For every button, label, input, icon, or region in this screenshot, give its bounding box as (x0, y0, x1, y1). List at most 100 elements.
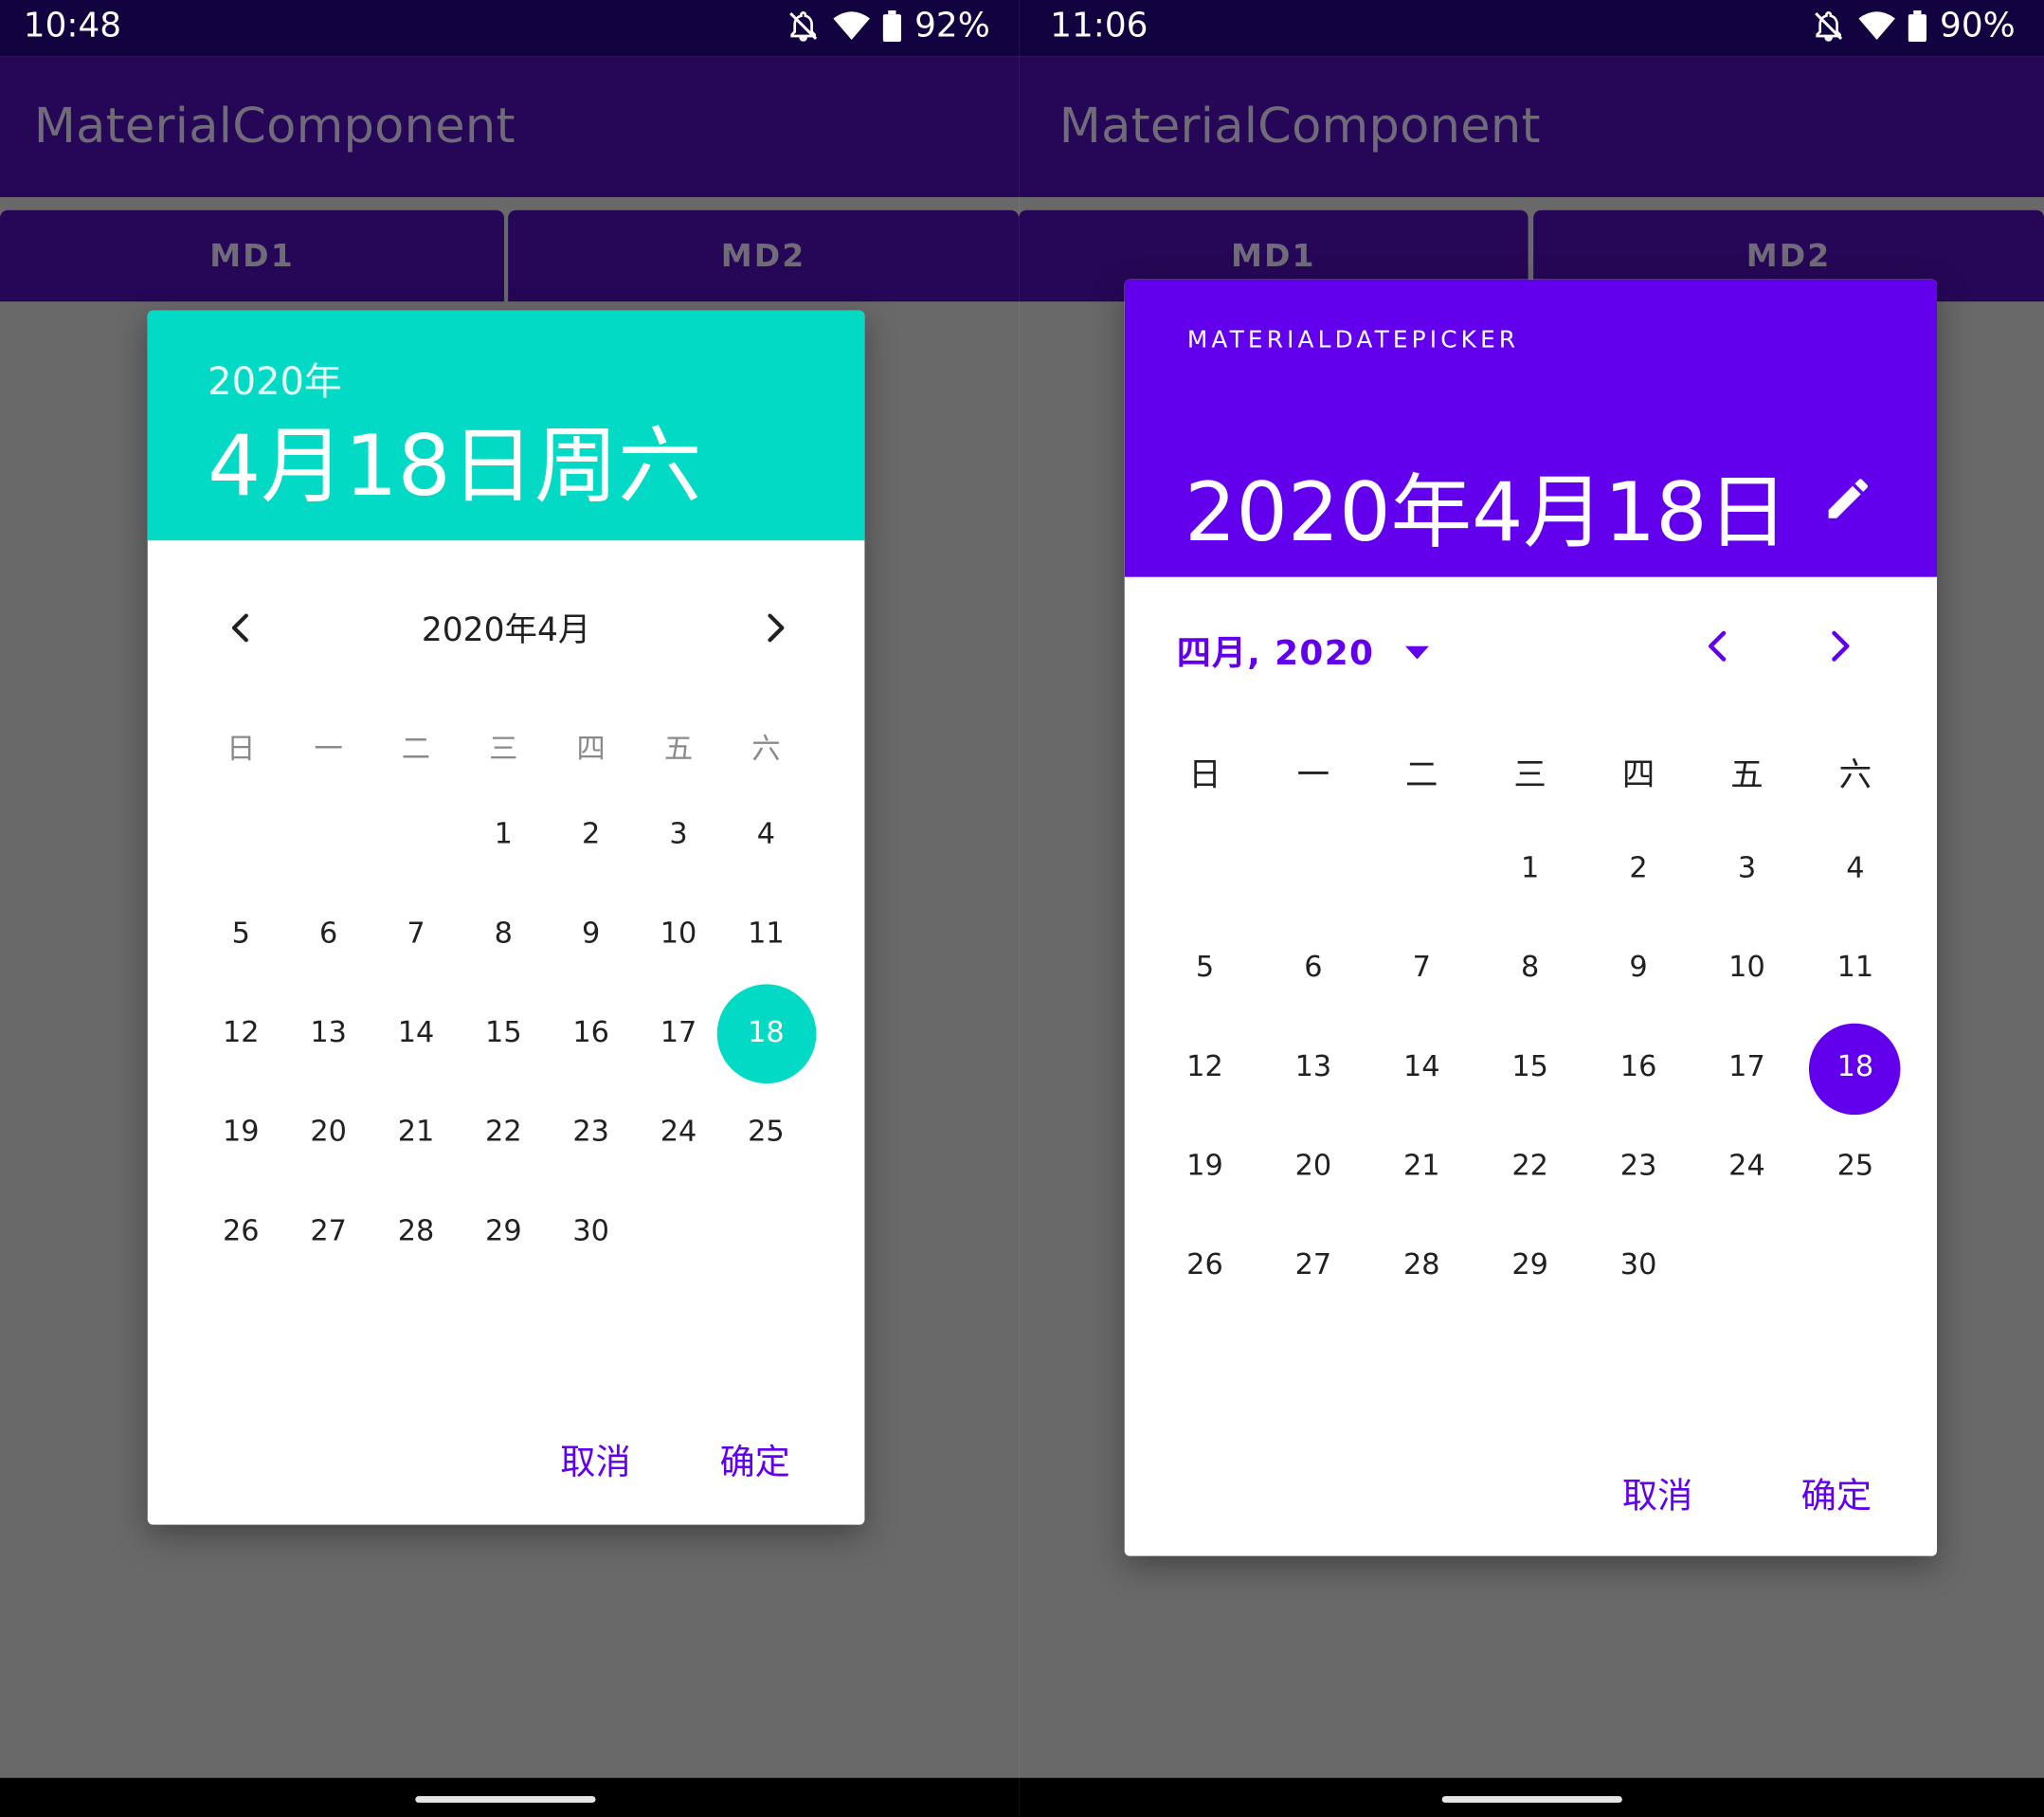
chevron-right-icon[interactable] (756, 609, 793, 651)
day-cell[interactable]: 12 (197, 984, 284, 1083)
day-cell[interactable]: 13 (1259, 1018, 1367, 1117)
day-cell[interactable]: 27 (1259, 1217, 1367, 1317)
chevron-left-icon[interactable] (1699, 627, 1738, 671)
day-cell[interactable]: 28 (372, 1183, 460, 1282)
day-cell[interactable]: 24 (635, 1083, 722, 1183)
day-cell[interactable]: 4 (722, 786, 809, 885)
day-cell[interactable]: 23 (1584, 1117, 1692, 1217)
system-nav-bar (1019, 1777, 2044, 1817)
notifications-off-icon (1812, 9, 1846, 44)
status-bar: 10:48 92% (0, 0, 1020, 57)
day-cell[interactable]: 15 (1475, 1018, 1583, 1117)
selected-day-cell[interactable]: 18 (1801, 1018, 1909, 1117)
day-cell[interactable]: 11 (722, 885, 809, 985)
day-cell[interactable]: 16 (548, 984, 635, 1083)
day-cell[interactable]: 2 (548, 786, 635, 885)
day-cell[interactable]: 9 (1584, 919, 1692, 1019)
day-cell[interactable]: 4 (1801, 820, 1909, 919)
day-cell[interactable]: 21 (372, 1083, 460, 1183)
day-number: 9 (1629, 951, 1648, 985)
day-cell[interactable]: 26 (1150, 1217, 1258, 1317)
day-cell[interactable]: 25 (722, 1083, 809, 1183)
battery-percent: 92% (914, 6, 990, 46)
tab-bar: MD1 MD2 (0, 209, 1020, 302)
day-cell[interactable]: 25 (1801, 1117, 1909, 1217)
day-cell[interactable]: 17 (1692, 1018, 1800, 1117)
weekday-header: 五 (1730, 755, 1764, 794)
day-cell[interactable]: 3 (1692, 820, 1800, 919)
wifi-icon (1858, 10, 1896, 42)
weekday-header: 二 (1405, 755, 1438, 794)
day-number: 29 (1511, 1248, 1548, 1282)
weekday-header: 六 (1838, 755, 1872, 794)
ok-button[interactable]: 确定 (1801, 1467, 1872, 1518)
cancel-button[interactable]: 取消 (1622, 1467, 1692, 1518)
cancel-button[interactable]: 取消 (560, 1433, 630, 1484)
day-cell[interactable]: 6 (1259, 919, 1367, 1019)
day-cell[interactable]: 29 (460, 1183, 547, 1282)
day-cell[interactable]: 1 (460, 786, 547, 885)
day-cell[interactable]: 10 (1692, 919, 1800, 1019)
header-year[interactable]: 2020年 (208, 351, 342, 406)
day-number: 14 (1402, 1050, 1440, 1084)
app-bar: MaterialComponent (1019, 56, 2044, 197)
day-cell[interactable]: 27 (284, 1183, 371, 1282)
day-cell[interactable]: 13 (284, 984, 371, 1083)
day-cell[interactable]: 5 (197, 885, 284, 985)
day-cell[interactable]: 6 (284, 885, 371, 985)
day-cell[interactable]: 20 (284, 1083, 371, 1183)
home-gesture-pill[interactable] (1441, 1796, 1622, 1803)
tab-md1[interactable]: MD1 (0, 209, 505, 302)
day-cell[interactable]: 28 (1367, 1217, 1475, 1317)
day-cell[interactable]: 14 (1367, 1018, 1475, 1117)
day-number: 19 (223, 1116, 260, 1149)
day-cell[interactable]: 30 (548, 1183, 635, 1282)
day-cell[interactable]: 14 (372, 984, 460, 1083)
day-cell[interactable]: 10 (635, 885, 722, 985)
ok-button[interactable]: 确定 (719, 1433, 789, 1484)
day-number: 4 (1846, 852, 1865, 885)
chevron-right-icon[interactable] (1819, 627, 1858, 671)
day-cell[interactable]: 5 (1150, 919, 1258, 1019)
day-cell[interactable]: 9 (548, 885, 635, 985)
day-number: 30 (1619, 1248, 1657, 1282)
weekday-header: 四 (1621, 755, 1655, 794)
tab-md2[interactable]: MD2 (508, 209, 1020, 302)
day-number: 26 (223, 1215, 260, 1248)
day-cell[interactable]: 22 (460, 1083, 547, 1183)
day-cell[interactable]: 23 (548, 1083, 635, 1183)
day-cell[interactable]: 8 (460, 885, 547, 985)
selected-day-cell[interactable]: 18 (716, 984, 817, 1084)
weekday-header: 一 (1296, 755, 1330, 794)
day-cell[interactable]: 3 (635, 786, 722, 885)
day-cell[interactable]: 19 (197, 1083, 284, 1183)
weekday-header: 三 (489, 733, 518, 767)
day-cell[interactable]: 22 (1475, 1117, 1583, 1217)
day-cell[interactable]: 11 (1801, 919, 1909, 1019)
day-cell[interactable]: 17 (635, 984, 722, 1083)
app-bar: MaterialComponent (0, 56, 1020, 197)
day-cell[interactable]: 21 (1367, 1117, 1475, 1217)
phone-md1: 10:48 92% MaterialComponent MD1 MD2 2020… (0, 0, 1020, 1817)
day-cell[interactable]: 16 (1584, 1018, 1692, 1117)
day-cell[interactable]: 1 (1475, 820, 1583, 919)
day-cell[interactable]: 29 (1475, 1217, 1583, 1317)
day-cell[interactable]: 7 (1367, 919, 1475, 1019)
day-cell[interactable]: 30 (1584, 1217, 1692, 1317)
day-cell[interactable]: 7 (372, 885, 460, 985)
day-cell[interactable]: 2 (1584, 820, 1692, 919)
home-gesture-pill[interactable] (415, 1796, 596, 1803)
day-cell[interactable]: 26 (197, 1183, 284, 1282)
edit-pencil-icon[interactable] (1822, 473, 1874, 531)
day-cell[interactable]: 12 (1150, 1018, 1258, 1117)
day-cell[interactable]: 15 (460, 984, 547, 1083)
day-number: 16 (1619, 1050, 1657, 1084)
day-number: 4 (756, 818, 776, 851)
day-cell[interactable]: 24 (1692, 1117, 1800, 1217)
month-year-selector[interactable]: 四月, 2020 (1177, 627, 1432, 675)
header-date[interactable]: 4月18日周六 (208, 399, 701, 519)
day-cell[interactable]: 8 (1475, 919, 1583, 1019)
day-cell[interactable]: 19 (1150, 1117, 1258, 1217)
day-cell[interactable]: 20 (1259, 1117, 1367, 1217)
day-number: 16 (572, 1016, 609, 1050)
